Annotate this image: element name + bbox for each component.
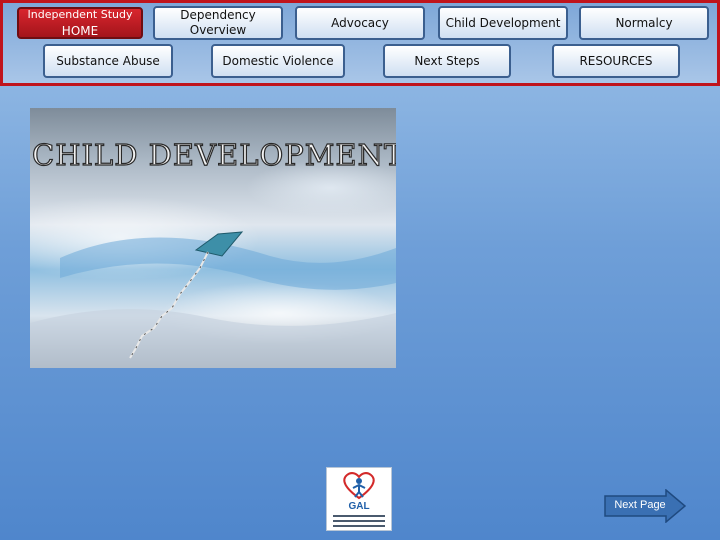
advocacy-button[interactable]: Advocacy xyxy=(295,6,425,40)
home-button-line1: Independent Study xyxy=(27,8,133,21)
gal-logo: GAL xyxy=(326,467,392,531)
next-page-label: Next Page xyxy=(614,499,666,511)
normalcy-button[interactable]: Normalcy xyxy=(579,6,709,40)
heart-logo-icon xyxy=(343,472,375,500)
next-page-button[interactable]: Next Page xyxy=(604,489,686,523)
domestic-violence-button[interactable]: Domestic Violence xyxy=(211,44,345,78)
hero-image: CHILD DEVELOPMENT xyxy=(30,108,396,368)
logo-divider xyxy=(333,515,385,517)
next-steps-button[interactable]: Next Steps xyxy=(383,44,511,78)
logo-divider xyxy=(333,520,385,522)
child-development-button[interactable]: Child Development xyxy=(438,6,568,40)
home-button-line2: HOME xyxy=(61,24,99,38)
home-button[interactable]: Independent Study HOME xyxy=(17,7,143,39)
nav-bar: Independent Study HOME Dependency Overvi… xyxy=(0,0,720,86)
substance-abuse-button[interactable]: Substance Abuse xyxy=(43,44,173,78)
page-title: CHILD DEVELOPMENT xyxy=(31,137,396,172)
dependency-overview-button[interactable]: Dependency Overview xyxy=(153,6,283,40)
logo-text: GAL xyxy=(348,501,370,512)
logo-divider xyxy=(333,525,385,527)
resources-button[interactable]: RESOURCES xyxy=(552,44,680,78)
